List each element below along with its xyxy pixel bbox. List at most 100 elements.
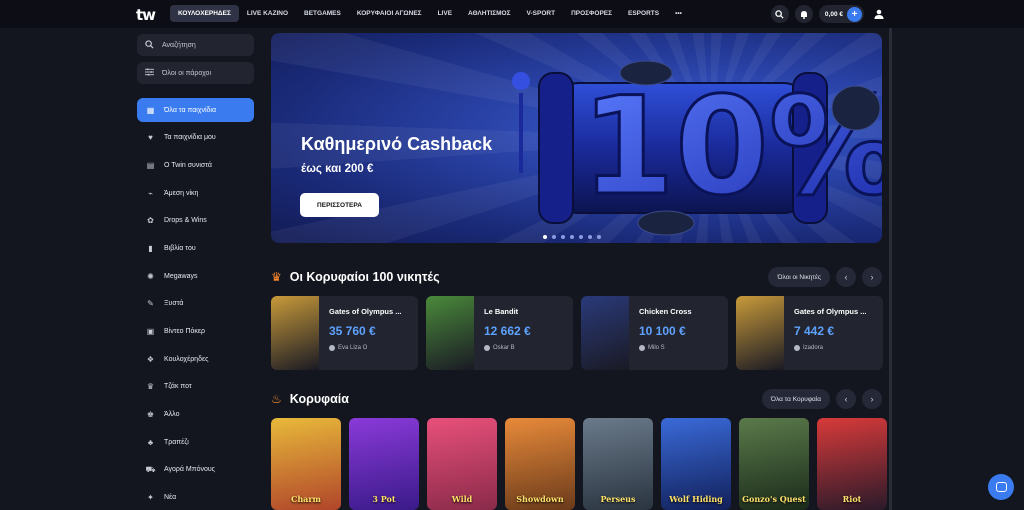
nav-item[interactable]: ΠΡΟΣΦΟΡΕΣ [563,5,620,22]
nav-item[interactable]: ΚΟΡΥΦΑΙΟΙ ΑΓΩΝΕΣ [349,5,430,22]
carousel-dot[interactable] [588,235,592,239]
brand-logo[interactable]: tw [136,6,156,24]
winner-info: Chicken Cross 10 100 € Milo S [629,296,721,370]
chat-icon [995,482,1007,492]
winner-card[interactable]: Gates of Olympus ... 7 442 € Izadora [736,296,883,370]
nav-item[interactable]: ΑΘΛΗΤΙΣΜΟΣ [460,5,518,22]
nav-item[interactable]: BETGAMES [296,5,349,22]
game-tile[interactable]: Perseus [583,418,653,510]
crown-icon: ♚ [146,410,155,420]
sidebar-item-label: Άμεση νίκη [164,189,199,197]
chevron-left-icon[interactable]: ‹ [836,267,856,287]
game-title: Charm [290,494,322,504]
game-tile[interactable]: Showdown [505,418,575,510]
chat-support-button[interactable] [988,474,1014,500]
winners-list: Gates of Olympus ... 35 760 € Eva Liza O Le… [271,296,883,370]
game-tile[interactable]: Gonzo's Quest [739,418,809,510]
poker-icon: ▣ [146,327,155,336]
winner-user: Milo S [639,345,721,351]
winner-amount: 10 100 € [639,324,686,338]
sidebar-item[interactable]: ▮ Βιβλία του [137,236,254,260]
winner-amount: 12 662 € [484,324,531,338]
sidebar-item-label: Βιβλία του [164,244,196,252]
balance-amount: 0,00 € [824,10,843,18]
winner-username: Izadora [803,345,824,351]
carousel-dot[interactable] [552,235,556,239]
chevron-right-icon[interactable]: › [862,389,882,409]
game-tile[interactable]: Charm [271,418,341,510]
nav-item[interactable]: LIVE [430,5,460,22]
winner-card[interactable]: Gates of Olympus ... 35 760 € Eva Liza O [271,296,418,370]
sidebar-item[interactable]: ❖ Κουλοχέρηδες [137,347,254,371]
chevron-right-icon[interactable]: › [862,267,882,287]
nav-item[interactable]: V-SPORT [519,5,564,22]
winner-user: Izadora [794,345,876,351]
all-top-button[interactable]: Όλα τα Κορυφαία [761,389,830,409]
game-title: 3 Pot [372,494,396,504]
winner-card[interactable]: Chicken Cross 10 100 € Milo S [581,296,728,370]
game-title: Perseus [600,494,636,504]
search-icon [145,39,154,51]
game-tile[interactable]: Riot [817,418,887,510]
bell-icon[interactable] [794,5,813,23]
carousel-dot[interactable] [561,235,565,239]
sidebar-item[interactable]: ✿ Drops & Wins [137,209,254,233]
top-navigation-bar: tw ΚΟΥΛΟΧΕΡΗΔΕΣ LIVE ΚΑΖΙΝΟ BETGAMES ΚΟΡΥΦΑ… [0,0,1024,28]
sidebar-item[interactable]: ✎ Ξυστά [137,292,254,316]
carousel-dot[interactable] [543,235,547,239]
sidebar-item[interactable]: ✦ Νέα [137,486,254,510]
winner-card[interactable]: Le Bandit 12 662 € Oskar B [426,296,573,370]
drops-icon: ✿ [147,216,154,226]
user-icon [794,345,800,351]
game-thumbnail [581,296,629,370]
sidebar-item[interactable]: ▤ Ο Twin συνιστά [137,153,254,177]
sidebar-item[interactable]: ♚ Άλλο [137,403,254,427]
slot-icon: ▤ [146,160,155,170]
nav-item[interactable]: ΚΟΥΛΟΧΕΡΗΔΕΣ [170,5,239,22]
providers-filter[interactable]: Όλοι οι πάροχοι [137,62,254,84]
sidebar-item-label: Ξυστά [164,300,184,308]
sidebar-item[interactable]: ♥ Τα παιχνίδια μου [137,126,254,150]
user-icon [639,345,645,351]
search-icon[interactable] [770,5,789,23]
sidebar-item-label: Drops & Wins [164,217,207,225]
carousel-dot[interactable] [570,235,574,239]
carousel-dot[interactable] [597,235,601,239]
game-tile[interactable]: Wolf Hiding [661,418,731,510]
game-title: Riot [842,494,862,504]
sidebar-item-label: Ο Twin συνιστά [164,161,212,169]
nav-item[interactable]: LIVE ΚΑΖΙΝΟ [239,5,296,22]
game-title: Wild [451,494,473,504]
banner-title: Καθημερινό Cashback [301,134,493,154]
sidebar: Αναζήτηση Όλοι οι πάροχοι ▦ Όλα τα παιχνί… [137,34,254,510]
promo-banner[interactable]: 10% Καθημερινό Cashback έως και 200 € ΠΕ… [271,33,882,243]
search-input[interactable]: Αναζήτηση [137,34,254,56]
chevron-left-icon[interactable]: ‹ [836,389,856,409]
nav-item[interactable]: ESPORTS [620,5,667,22]
megaways-icon: ✺ [147,271,154,281]
carousel-dot[interactable] [579,235,583,239]
game-thumbnail [271,296,319,370]
book-icon: ▮ [148,243,153,253]
more-menu-button[interactable]: ••• [667,5,690,22]
sidebar-item[interactable]: ▣ Βίντεο Πόκερ [137,320,254,344]
balance-widget[interactable]: 0,00 € + [818,5,864,23]
sidebar-item-label: Κουλοχέρηδες [164,355,209,363]
sidebar-item[interactable]: ⛟ Αγορά Μπόνους [137,458,254,482]
winner-info: Gates of Olympus ... 35 760 € Eva Liza O [319,296,411,370]
sidebar-item[interactable]: ♛ Τζάκ ποτ [137,375,254,399]
sidebar-item[interactable]: ✺ Megaways [137,264,254,288]
page-scrollbar[interactable] [889,28,892,510]
winner-user: Eva Liza O [329,345,411,351]
sidebar-item[interactable]: ▦ Όλα τα παιχνίδια [137,98,254,122]
game-tile[interactable]: 3 Pot [349,418,419,510]
chart-icon: ⌁ [148,188,153,198]
deposit-button[interactable]: + [847,6,862,22]
game-thumbnail [736,296,784,370]
user-icon[interactable] [870,5,888,23]
sidebar-item[interactable]: ♣ Τραπέζι [137,430,254,454]
banner-more-button[interactable]: ΠΕΡΙΣΣΟΤΕΡΑ [300,193,379,217]
sidebar-item[interactable]: ⌁ Άμεση νίκη [137,181,254,205]
game-tile[interactable]: Wild [427,418,497,510]
all-winners-button[interactable]: Όλοι οι Νικητές [768,267,830,287]
